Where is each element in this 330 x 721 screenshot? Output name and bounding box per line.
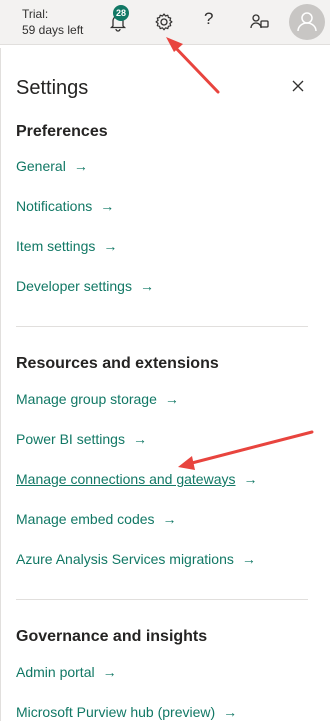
notification-badge: 28 <box>113 5 129 21</box>
arrow-right-icon: → <box>223 704 238 720</box>
section-title-resources: Resources and extensions <box>16 355 219 372</box>
arrow-right-icon: → <box>162 511 177 527</box>
divider <box>16 326 308 327</box>
link-manage-connections-gateways[interactable]: Manage connections and gateways → <box>16 471 257 487</box>
link-item-settings[interactable]: Item settings → <box>16 238 117 254</box>
link-developer-settings[interactable]: Developer settings → <box>16 278 154 294</box>
link-admin-portal[interactable]: Admin portal → <box>16 664 117 680</box>
link-general[interactable]: General → <box>16 158 88 174</box>
arrow-right-icon: → <box>139 278 154 294</box>
arrow-right-icon: → <box>243 471 258 487</box>
settings-panel: Settings Preferences General → Notificati… <box>0 48 330 721</box>
share-feedback-icon[interactable] <box>247 10 271 34</box>
top-bar: Trial: 59 days left 28 ? <box>0 0 330 45</box>
link-manage-group-storage[interactable]: Manage group storage → <box>16 391 179 407</box>
arrow-right-icon: → <box>132 431 147 447</box>
arrow-right-icon: → <box>100 198 115 214</box>
link-power-bi-settings[interactable]: Power BI settings → <box>16 431 147 447</box>
arrow-right-icon: → <box>103 238 118 254</box>
trial-label: Trial: <box>22 7 49 21</box>
arrow-right-icon: → <box>73 158 88 174</box>
arrow-right-icon: → <box>241 551 256 567</box>
link-notifications[interactable]: Notifications → <box>16 198 114 214</box>
avatar[interactable] <box>289 4 325 40</box>
person-icon <box>297 12 317 32</box>
section-title-preferences: Preferences <box>16 123 108 140</box>
arrow-right-icon: → <box>102 664 117 680</box>
settings-title: Settings <box>16 77 89 99</box>
arrow-right-icon: → <box>164 391 179 407</box>
section-title-governance: Governance and insights <box>16 628 208 645</box>
link-microsoft-purview-hub[interactable]: Microsoft Purview hub (preview) → <box>16 704 237 720</box>
close-icon[interactable] <box>290 78 306 94</box>
trial-days-left: 59 days left <box>22 23 84 37</box>
divider <box>16 599 308 600</box>
link-manage-embed-codes[interactable]: Manage embed codes → <box>16 511 177 527</box>
gear-icon[interactable] <box>152 10 176 34</box>
help-icon[interactable]: ? <box>204 9 213 29</box>
trial-status: Trial: 59 days left <box>22 6 83 38</box>
link-azure-analysis-services-migrations[interactable]: Azure Analysis Services migrations → <box>16 551 256 567</box>
